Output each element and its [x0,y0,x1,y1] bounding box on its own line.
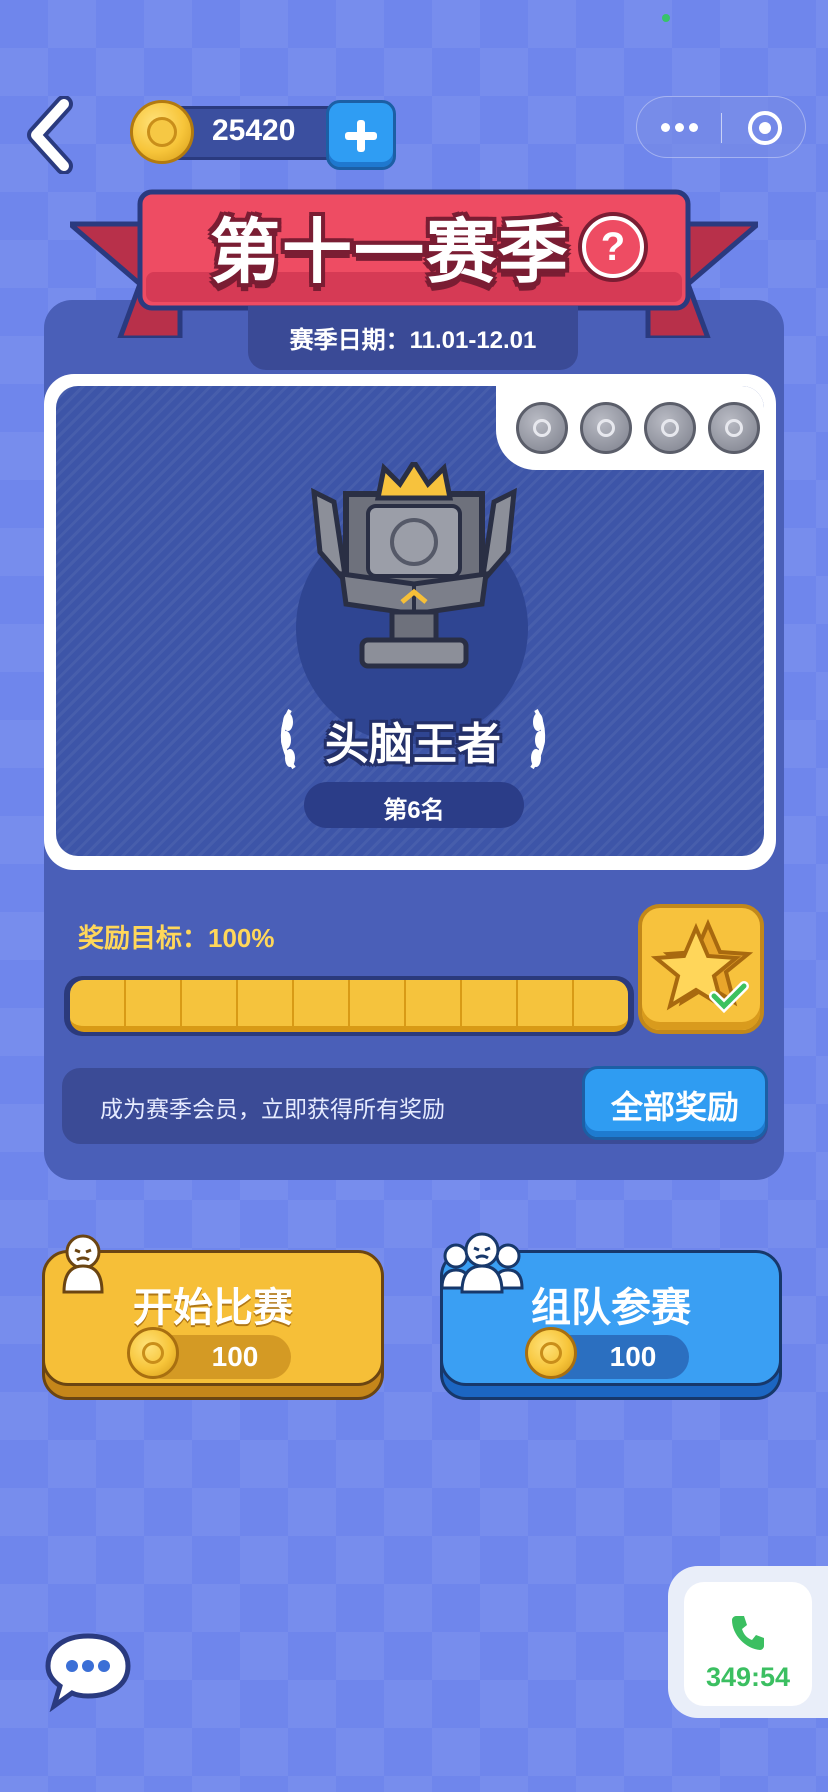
solo-player-icon [62,1234,104,1294]
coin-balance: 25420 [130,100,400,170]
call-duration: 349:54 [705,1662,791,1692]
progress-segment [238,980,294,1026]
vip-promo-text: 成为赛季会员，立即获得所有奖励 [100,1096,445,1122]
star-check-icon [650,918,754,1014]
coin-icon [130,100,194,164]
voice-call-float[interactable]: 349:54 [668,1566,828,1718]
reward-progress-fill [70,980,628,1032]
reward-goal-label: 奖励目标：100% [78,923,275,953]
coin-icon [525,1327,577,1379]
team-match-cost: 100 [525,1327,689,1379]
progress-segment [350,980,406,1026]
brain-trophy-icon [311,462,517,669]
chat-bubble-icon [45,1633,131,1713]
start-match-cost: 100 [127,1327,291,1379]
more-dot [675,123,684,132]
rank-position: 第6名 [383,797,445,824]
team-players-icon [440,1232,524,1294]
season-help-button[interactable]: ? [582,216,644,278]
progress-segment [126,980,182,1026]
back-button[interactable] [24,95,74,175]
miniprogram-capsule [636,96,806,158]
target-dot [759,122,771,134]
progress-segment [574,980,628,1026]
rank-title: 头脑王者 [325,720,501,769]
badge-1-icon[interactable] [516,402,568,454]
season-title: 第十一赛季 [210,213,570,291]
voice-call-card: 349:54 [684,1582,812,1706]
more-dot [689,123,698,132]
progress-segment [70,980,126,1026]
badge-3-icon[interactable] [644,402,696,454]
coin-icon [127,1327,179,1379]
team-match-cost-value: 100 [609,1341,657,1372]
season-date: 赛季日期：11.01-12.01 [289,327,537,354]
status-indicator-dot [662,14,670,22]
more-dots-icon [661,123,670,132]
add-coins-button[interactable] [326,100,396,170]
progress-segment [294,980,350,1026]
more-menu-button[interactable] [637,97,721,159]
coin-count: 25420 [212,114,296,147]
close-miniprogram-button[interactable] [723,97,807,159]
phone-icon [732,1616,764,1650]
badge-2-icon[interactable] [580,402,632,454]
chevron-left-icon [27,95,73,175]
progress-segment [182,980,238,1026]
all-rewards-label: 全部奖励 [610,1089,739,1125]
chat-button[interactable] [44,1630,132,1713]
progress-segment [462,980,518,1026]
badge-4-icon[interactable] [708,402,760,454]
progress-segment [518,980,574,1026]
badge-tray [496,386,764,470]
start-match-cost-value: 100 [211,1341,259,1372]
capsule-divider [721,113,722,143]
reward-star-button[interactable] [638,904,764,1034]
reward-progress-bar [64,976,634,1036]
progress-segment [406,980,462,1026]
